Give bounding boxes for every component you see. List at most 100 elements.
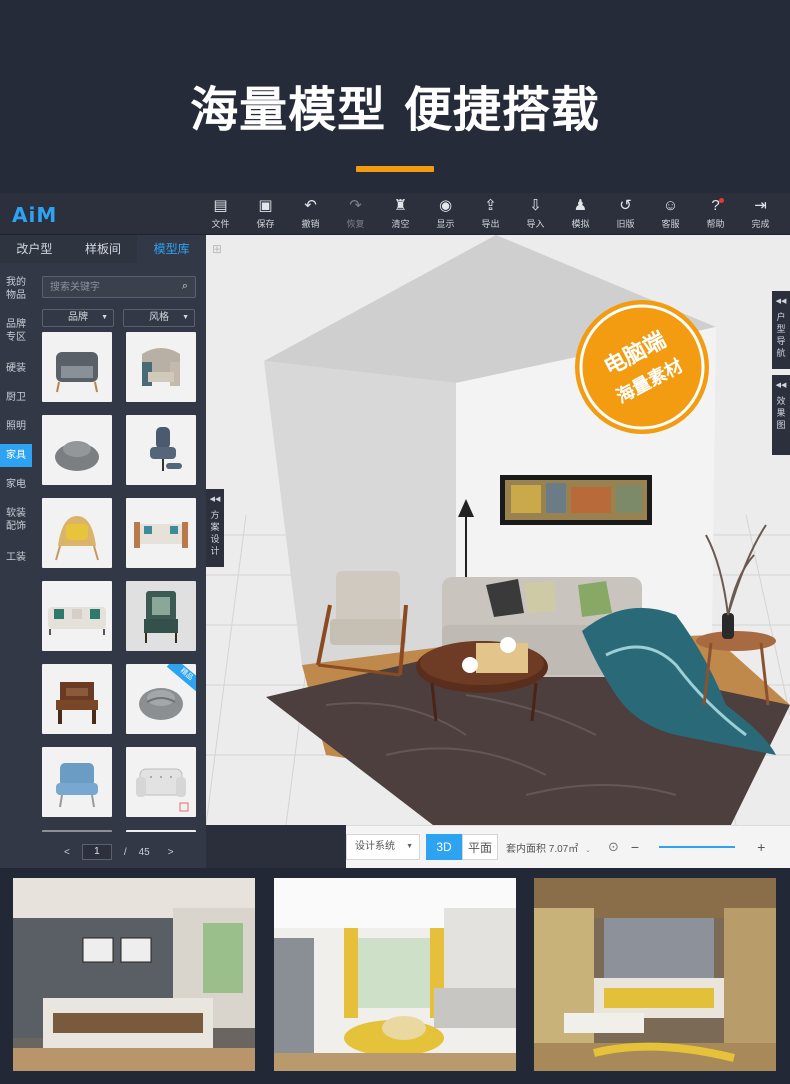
category-item[interactable]: 我的 物品 bbox=[0, 271, 32, 307]
export-button[interactable]: ⇪ 导出 bbox=[468, 193, 513, 235]
design-system-label: 设计系统 bbox=[355, 841, 395, 852]
model-thumb-green-armchair[interactable] bbox=[126, 581, 196, 651]
undo-icon: ↶ bbox=[304, 197, 317, 214]
banner: 海量模型 便捷搭载 bbox=[0, 0, 790, 193]
category-item[interactable]: 家具 bbox=[0, 444, 32, 467]
promo-badge: 电脑端 海量素材 bbox=[575, 300, 709, 434]
chevron-down-icon: ▼ bbox=[101, 314, 108, 321]
mode-3d-button[interactable]: 3D bbox=[426, 834, 462, 860]
clear-button[interactable]: ♜ 清空 bbox=[378, 193, 423, 235]
tab-sample-room[interactable]: 样板间 bbox=[69, 235, 138, 263]
old-version-icon: ↺ bbox=[619, 197, 632, 214]
export-label: 导出 bbox=[481, 219, 500, 229]
old-version-button[interactable]: ↺ 旧版 bbox=[603, 193, 648, 235]
file-button[interactable]: ▤ 文件 bbox=[198, 193, 243, 235]
display-button[interactable]: ◉ 显示 bbox=[423, 193, 468, 235]
category-item[interactable]: 工装 bbox=[0, 546, 32, 569]
plan-design-tab[interactable]: ◀◀ 方 案 设 计 bbox=[206, 489, 224, 567]
category-item[interactable]: 厨卫 bbox=[0, 386, 32, 409]
import-label: 导入 bbox=[526, 219, 545, 229]
clear-label: 清空 bbox=[391, 219, 410, 229]
import-button[interactable]: ⇩ 导入 bbox=[513, 193, 558, 235]
floor-nav-tab[interactable]: ◀◀ 户 型 导 航 bbox=[772, 291, 790, 369]
save-icon: ▣ bbox=[258, 197, 273, 214]
model-thumb-armchair-blue[interactable] bbox=[126, 332, 196, 402]
chevron-down-icon: ▼ bbox=[182, 314, 189, 321]
file-label: 文件 bbox=[211, 219, 230, 229]
category-item[interactable]: 照明 bbox=[0, 415, 32, 438]
model-library-panel: 改户型样板间模型库 我的 物品品牌 专区硬装厨卫照明家具家电软装 配饰工装 ⌕ … bbox=[0, 235, 207, 868]
page-separator: / bbox=[123, 846, 127, 858]
top-toolbar: AiM ▤ 文件 ▣ 保存 ↶ 撤销 ↷ 恢复 ♜ 清空 ◉ 显示 ⇪ 导出 ⇩ 导入 ♟ 模拟 ↺ 旧版 ☺ 客服? 帮助… bbox=[0, 193, 790, 235]
toolbar-buttons: ▤ 文件 ▣ 保存 ↶ 撤销 ↷ 恢复 ♜ 清空 ◉ 显示 ⇪ 导出 ⇩ 导入 ♟ 模拟 ↺ 旧版 ☺ 客服? 帮助 ⇥ 完成 bbox=[198, 193, 783, 235]
hotspot-marker[interactable] bbox=[500, 637, 516, 653]
style-filter-label: 风格 bbox=[149, 312, 169, 323]
design-system-select[interactable]: 设计系统 ▼ bbox=[346, 834, 420, 860]
model-thumb-lounge-chair[interactable] bbox=[126, 415, 196, 485]
category-item[interactable]: 硬装 bbox=[0, 357, 32, 380]
old-version-label: 旧版 bbox=[616, 219, 635, 229]
zoom-in-button[interactable]: + bbox=[757, 839, 765, 855]
tab-model-library[interactable]: 模型库 bbox=[137, 235, 207, 263]
aim-logo: AiM bbox=[12, 203, 58, 227]
hotspot-marker[interactable] bbox=[462, 657, 478, 673]
side-table bbox=[696, 631, 776, 651]
simulate-label: 模拟 bbox=[571, 219, 590, 229]
page-input[interactable]: 1 bbox=[81, 844, 112, 860]
render-photo-master-bedroom bbox=[534, 878, 776, 1071]
tab-change-layout[interactable]: 改户型 bbox=[0, 235, 69, 263]
model-thumb-sofa-long[interactable] bbox=[42, 581, 112, 651]
model-thumb-chesterfield[interactable] bbox=[126, 747, 196, 817]
help-button[interactable]: ? 帮助 bbox=[693, 193, 738, 235]
category-item[interactable]: 品牌 专区 bbox=[0, 313, 32, 349]
total-pages: 45 bbox=[138, 846, 150, 858]
done-button[interactable]: ⇥ 完成 bbox=[738, 193, 783, 235]
style-filter[interactable]: 风格 ▼ bbox=[123, 309, 195, 327]
category-item[interactable]: 软装 配饰 bbox=[0, 502, 32, 538]
next-page-button[interactable]: > bbox=[168, 847, 174, 858]
model-thumb-wing-chair[interactable] bbox=[42, 498, 112, 568]
floor-nav-label: 户 型 导 航 bbox=[776, 312, 786, 358]
model-thumb-blue-chair[interactable] bbox=[42, 747, 112, 817]
search-box: ⌕ bbox=[42, 276, 196, 298]
simulate-button[interactable]: ♟ 模拟 bbox=[558, 193, 603, 235]
redo-label: 恢复 bbox=[346, 219, 365, 229]
search-icon[interactable]: ⌕ bbox=[182, 280, 188, 293]
redo-button[interactable]: ↷ 恢复 bbox=[333, 193, 378, 235]
area-display[interactable]: 套内面积 7.07㎡ ⌄ bbox=[506, 840, 602, 855]
zoom-control: ⊙ − + bbox=[608, 839, 765, 855]
undo-button[interactable]: ↶ 撤销 bbox=[288, 193, 333, 235]
save-button[interactable]: ▣ 保存 bbox=[243, 193, 288, 235]
category-item[interactable]: 家电 bbox=[0, 473, 32, 496]
model-thumb-partial[interactable] bbox=[42, 830, 112, 832]
zoom-out-button[interactable]: − bbox=[631, 839, 639, 855]
model-thumb-armchair-gray[interactable] bbox=[42, 332, 112, 402]
chevron-left-icon: ◀◀ bbox=[775, 382, 787, 389]
mode-plane-button[interactable]: 平面 bbox=[462, 834, 498, 860]
model-thumb-pouf-premium[interactable]: 精品 bbox=[126, 664, 196, 734]
model-thumb-beanbag[interactable] bbox=[42, 415, 112, 485]
service-button[interactable]: ☺ 客服 bbox=[648, 193, 693, 235]
effect-label: 效 果 图 bbox=[776, 396, 786, 430]
export-icon: ⇪ bbox=[484, 197, 497, 214]
help-label: 帮助 bbox=[706, 219, 725, 229]
compass-icon[interactable]: ⊙ bbox=[608, 839, 619, 855]
undo-label: 撤销 bbox=[301, 219, 320, 229]
search-input[interactable] bbox=[43, 277, 168, 298]
plan-design-label: 方 案 设 计 bbox=[210, 510, 220, 556]
model-thumb-partial[interactable] bbox=[126, 830, 196, 832]
redo-icon: ↷ bbox=[349, 197, 362, 214]
banner-accent-bar bbox=[356, 166, 434, 172]
render-photo-bedroom bbox=[13, 878, 255, 1071]
model-thumb-wood-chair[interactable] bbox=[42, 664, 112, 734]
prev-page-button[interactable]: < bbox=[64, 847, 70, 858]
model-thumb-sofa-white[interactable] bbox=[126, 498, 196, 568]
chevron-down-icon: ⌄ bbox=[585, 846, 591, 854]
zoom-slider[interactable] bbox=[659, 846, 736, 848]
brand-filter[interactable]: 品牌 ▼ bbox=[42, 309, 114, 327]
pagination: < 1 / 45 > bbox=[42, 842, 196, 862]
effect-tab[interactable]: ◀◀ 效 果 图 bbox=[772, 375, 790, 455]
service-icon: ☺ bbox=[662, 197, 679, 214]
armchair bbox=[336, 571, 400, 623]
3d-viewport[interactable]: ⊞ 电脑端 海量素材 ◀◀ 户 型 导 航 ◀◀ 效 果 图 ◀◀ 方 案 设 … bbox=[206, 235, 790, 825]
